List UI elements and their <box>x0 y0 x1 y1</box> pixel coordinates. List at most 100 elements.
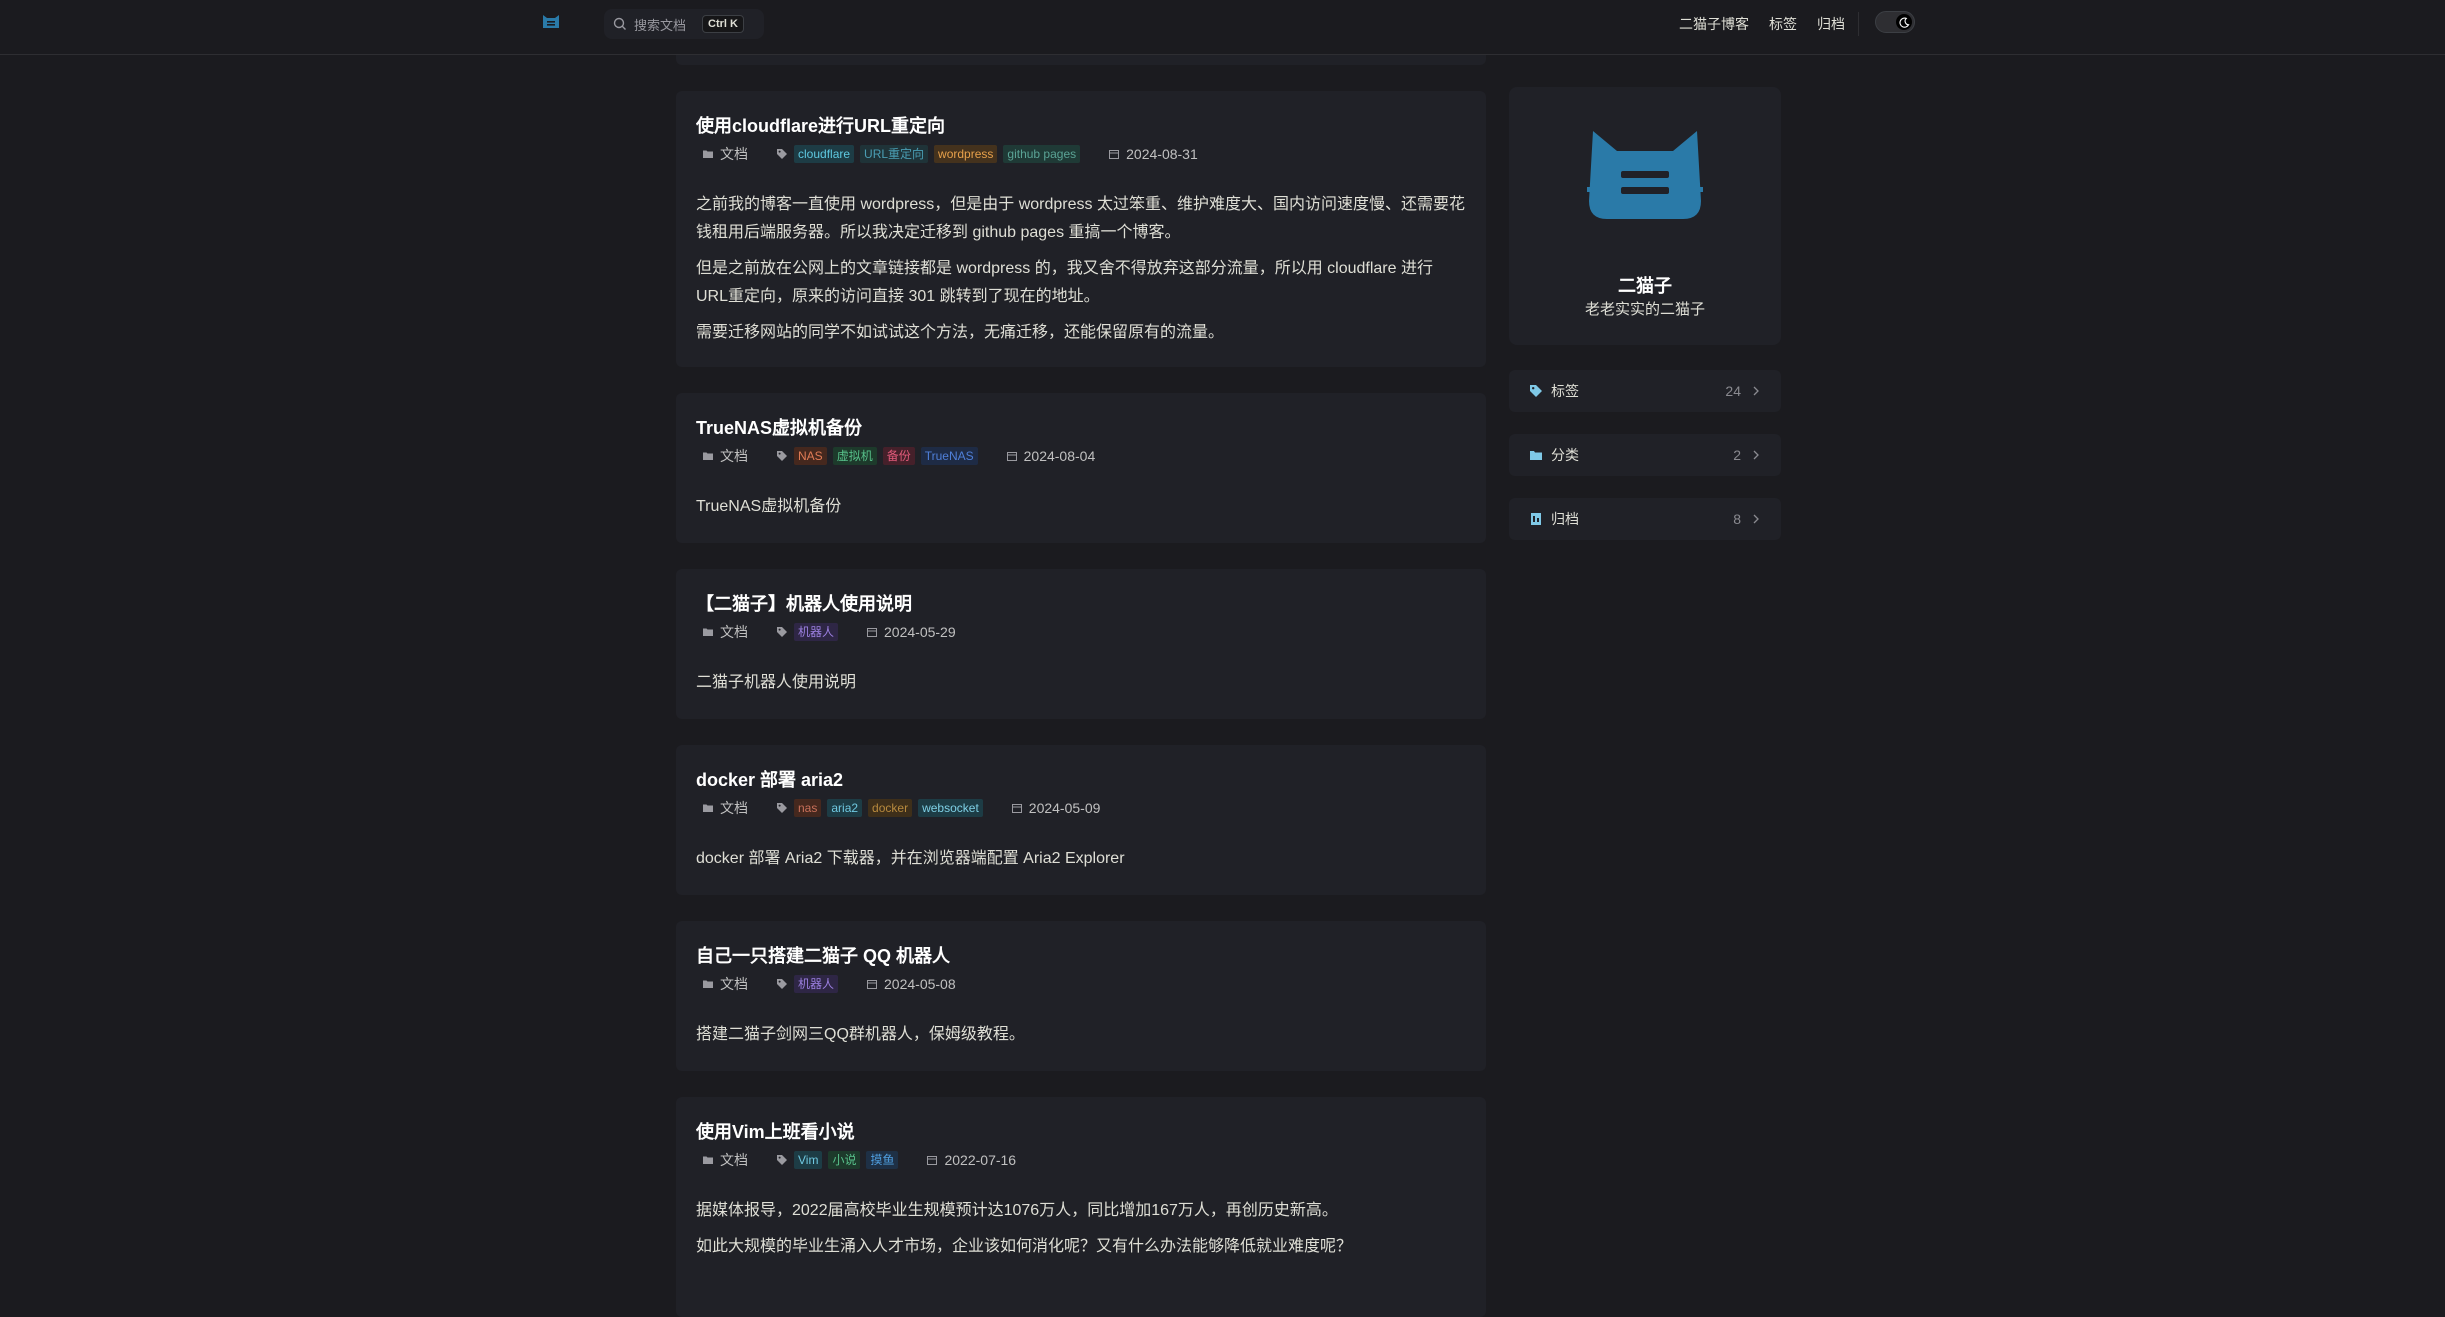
post-meta: 文档 Vim 小说 摸鱼 2022-07-16 <box>702 1150 1016 1170</box>
post-date: 2024-08-04 <box>1023 448 1096 464</box>
post-meta: 文档 机器人 2024-05-29 <box>702 622 956 642</box>
post-date: 2022-07-16 <box>944 1152 1017 1168</box>
post-card[interactable]: TrueNAS虚拟机备份 文档 NAS 虚拟机 备份 TrueNAS 2024-08-04 T… <box>676 393 1486 543</box>
post-tag[interactable]: cloudflare <box>794 145 855 163</box>
post-tag[interactable]: github pages <box>1003 145 1081 163</box>
post-meta: 文档 NAS 虚拟机 备份 TrueNAS 2024-08-04 <box>702 446 1095 466</box>
search-button[interactable]: 搜索文档 Ctrl K <box>604 9 764 39</box>
post-tag[interactable]: 机器人 <box>794 975 839 993</box>
post-title[interactable]: docker 部署 aria2 <box>696 766 843 792</box>
post-tag[interactable]: nas <box>794 799 822 817</box>
folder-icon <box>703 980 713 988</box>
post-excerpt: TrueNAS虚拟机备份 <box>696 493 1466 529</box>
post-tag[interactable]: NAS <box>794 447 827 465</box>
calendar-icon <box>867 628 878 637</box>
post-excerpt-paragraph: 之前我的博客一直使用 wordpress，但是由于 wordpress 太过笨重… <box>696 196 1465 241</box>
calendar-icon <box>927 1156 938 1165</box>
tag-icon <box>777 1155 787 1165</box>
site-logo-icon[interactable] <box>541 12 561 32</box>
post-excerpt: docker 部署 Aria2 下载器，并在浏览器端配置 Aria2 Explo… <box>696 845 1466 881</box>
calendar-icon <box>1006 452 1017 461</box>
post-tag[interactable]: URL重定向 <box>860 145 929 163</box>
chevron-right-icon <box>1753 514 1759 524</box>
post-title[interactable]: 自己一只搭建二猫子 QQ 机器人 <box>696 942 950 968</box>
post-tag[interactable]: 小说 <box>828 1151 861 1169</box>
post-tag[interactable]: 虚拟机 <box>832 447 877 465</box>
post-excerpt-paragraph: 搭建二猫子剑网三QQ群机器人，保姆级教程。 <box>696 1026 1025 1043</box>
folder-icon <box>703 150 713 158</box>
search-placeholder: 搜索文档 <box>634 17 687 33</box>
post-category[interactable]: 文档 <box>720 798 748 818</box>
post-category[interactable]: 文档 <box>720 1150 748 1170</box>
nav-links: 二猫子博客 标签 归档 <box>1679 14 1845 34</box>
folder-icon <box>703 628 713 636</box>
post-title[interactable]: 使用Vim上班看小说 <box>696 1118 855 1144</box>
previous-post-card-edge <box>676 55 1486 65</box>
folder-icon <box>1530 451 1542 460</box>
post-excerpt-paragraph: 需要迁移网站的同学不如试试这个方法，无痛迁移，还能保留原有的流量。 <box>696 324 1225 341</box>
post-tag[interactable]: 机器人 <box>794 623 839 641</box>
post-excerpt: 之前我的博客一直使用 wordpress，但是由于 wordpress 太过笨重… <box>696 191 1466 355</box>
nav-divider <box>1858 12 1859 36</box>
tag-icon <box>777 627 787 637</box>
post-excerpt: 据媒体报导，2022届高校毕业生规模预计达1076万人，同比增加167万人，再创… <box>696 1197 1466 1269</box>
top-navbar: 搜索文档 Ctrl K 二猫子博客 标签 归档 <box>0 0 2445 55</box>
post-date: 2024-05-09 <box>1028 800 1101 816</box>
post-tag[interactable]: 备份 <box>882 447 915 465</box>
calendar-icon <box>1109 150 1120 159</box>
post-tag[interactable]: 摸鱼 <box>866 1151 899 1169</box>
profile-name: 二猫子 <box>1618 276 1672 296</box>
nav-link-archive[interactable]: 归档 <box>1817 14 1845 34</box>
tag-icon <box>777 803 787 813</box>
profile-motto: 老老实实的二猫子 <box>1584 301 1705 318</box>
sidebar-item-label: 归档 <box>1551 511 1579 527</box>
post-meta: 文档 机器人 2024-05-08 <box>702 974 956 994</box>
post-title[interactable]: TrueNAS虚拟机备份 <box>696 414 862 440</box>
post-card[interactable]: 自己一只搭建二猫子 QQ 机器人文档 机器人 2024-05-08 搭建二猫子剑网三Q… <box>676 921 1486 1071</box>
post-excerpt-paragraph: 二猫子机器人使用说明 <box>696 674 857 691</box>
folder-icon <box>703 804 713 812</box>
post-title[interactable]: 使用cloudflare进行URL重定向 <box>696 112 945 138</box>
sidebar-item-archive[interactable]: 归档 8 <box>1509 498 1781 540</box>
tag-icon <box>777 979 787 989</box>
post-title[interactable]: 【二猫子】机器人使用说明 <box>696 590 912 616</box>
dark-mode-toggle[interactable] <box>1875 11 1915 33</box>
post-excerpt-paragraph: 据媒体报导，2022届高校毕业生规模预计达1076万人，同比增加167万人，再创… <box>696 1202 1338 1219</box>
chevron-right-icon <box>1753 386 1759 396</box>
post-category[interactable]: 文档 <box>720 974 748 994</box>
post-date: 2024-05-29 <box>884 624 956 640</box>
post-category[interactable]: 文档 <box>720 446 748 466</box>
post-tag[interactable]: TrueNAS <box>920 447 978 465</box>
post-date: 2024-05-08 <box>884 976 956 992</box>
sidebar-item-label: 分类 <box>1551 447 1579 463</box>
post-card[interactable]: 使用Vim上班看小说文档 Vim 小说 摸鱼 2022-07-16 据媒体报导，2022届… <box>676 1097 1486 1317</box>
post-category[interactable]: 文档 <box>720 622 748 642</box>
post-tag[interactable]: Vim <box>794 1151 823 1169</box>
sidebar-item-tags[interactable]: 标签 24 <box>1509 370 1781 412</box>
post-excerpt: 搭建二猫子剑网三QQ群机器人，保姆级教程。 <box>696 1021 1466 1057</box>
post-card[interactable]: 使用cloudflare进行URL重定向文档 cloudflare URL重定向 wo… <box>676 91 1486 367</box>
post-card[interactable]: 【二猫子】机器人使用说明文档 机器人 2024-05-29 二猫子机器人使用说明 <box>676 569 1486 719</box>
archive-icon <box>1531 513 1541 525</box>
post-tag[interactable]: websocket <box>918 799 983 817</box>
post-excerpt-paragraph: 如此大规模的毕业生涌入人才市场，企业该如何消化呢？又有什么办法能够降低就业难度呢… <box>696 1238 1353 1255</box>
tag-icon <box>777 451 787 461</box>
sidebar-item-count: 24 <box>1725 383 1741 399</box>
post-category[interactable]: 文档 <box>720 144 748 164</box>
sidebar-item-categories[interactable]: 分类 2 <box>1509 434 1781 476</box>
tag-icon <box>1530 385 1542 397</box>
post-excerpt-paragraph: 但是之前放在公网上的文章链接都是 wordpress 的，我又舍不得放弃这部分流… <box>696 260 1433 305</box>
post-card[interactable]: docker 部署 aria2 文档 nas aria2 docker websocket… <box>676 745 1486 895</box>
search-shortcut-key: Ctrl K <box>702 15 744 33</box>
theme-knob <box>1896 14 1912 30</box>
folder-icon <box>703 452 713 460</box>
post-tag[interactable]: wordpress <box>934 145 998 163</box>
post-tag[interactable]: docker <box>868 799 913 817</box>
post-tag[interactable]: aria2 <box>827 799 863 817</box>
nav-link-tags[interactable]: 标签 <box>1769 14 1797 34</box>
sidebar-item-label: 标签 <box>1551 383 1579 399</box>
nav-link-blog[interactable]: 二猫子博客 <box>1679 14 1749 34</box>
tag-icon <box>777 149 787 159</box>
search-icon <box>613 17 626 30</box>
profile-card: 二猫子 老老实实的二猫子 <box>1509 87 1781 345</box>
